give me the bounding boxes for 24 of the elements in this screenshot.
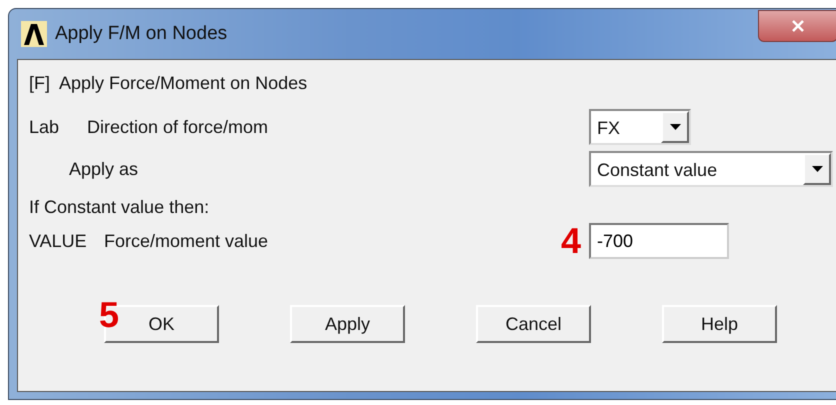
field-label: Apply as xyxy=(68,158,138,181)
dialog-heading: [F] Apply Force/Moment on Nodes xyxy=(29,72,308,95)
dropdown-value: Constant value xyxy=(596,159,718,182)
app-logo-icon xyxy=(21,21,47,47)
caret-icon xyxy=(812,166,822,172)
dropdown[interactable]: Constant value xyxy=(589,151,833,187)
field-code: Lab xyxy=(29,116,60,138)
dialog-button[interactable]: Apply xyxy=(290,305,405,343)
dialog-button[interactable]: Cancel xyxy=(476,305,591,343)
dropdown-arrow-button[interactable] xyxy=(661,111,689,143)
field-label: Force/moment value xyxy=(104,230,268,252)
window-title: Apply F/M on Nodes xyxy=(55,22,228,46)
field-code: VALUE xyxy=(29,230,88,252)
dropdown-arrow-button[interactable] xyxy=(803,153,831,185)
close-button[interactable] xyxy=(758,10,836,42)
value-field[interactable]: -700 xyxy=(589,223,729,259)
dropdown[interactable]: FX xyxy=(589,109,691,145)
step-number: 4 xyxy=(560,223,581,259)
dialog-button[interactable]: Help xyxy=(662,305,777,343)
close-icon xyxy=(791,20,805,32)
caret-icon xyxy=(670,124,680,130)
dropdown-value: FX xyxy=(596,117,622,140)
field-label: Direction of force/mom xyxy=(87,116,268,138)
field-label: If Constant value then: xyxy=(29,196,210,218)
